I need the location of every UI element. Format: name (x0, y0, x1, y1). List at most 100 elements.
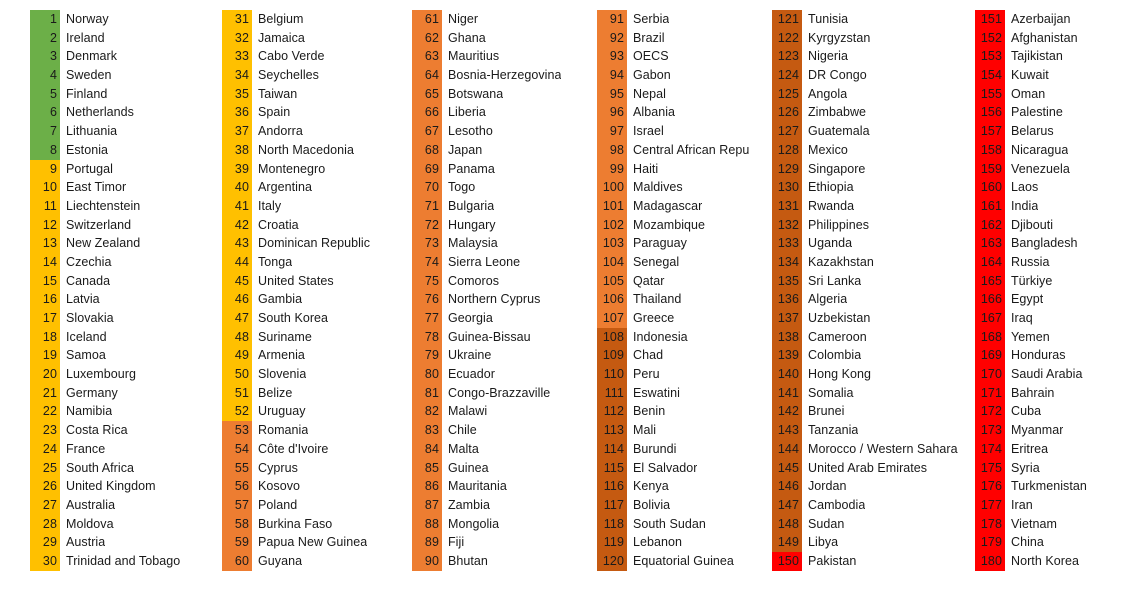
rank-swatch: 72 (412, 215, 442, 235)
country-label: Georgia (442, 309, 493, 328)
ranking-row: 35 Taiwan (222, 84, 412, 104)
ranking-row: 118 South Sudan (597, 514, 772, 534)
country-label: Indonesia (627, 327, 688, 347)
country-label: Maldives (627, 178, 683, 197)
rank-swatch: 1 (30, 10, 60, 29)
rank-swatch: 65 (412, 84, 442, 104)
rank-swatch: 89 (412, 533, 442, 552)
ranking-row: 56 Kosovo (222, 477, 412, 496)
ranking-row: 28 Moldova (30, 514, 222, 534)
country-label: Rwanda (802, 196, 855, 216)
country-label: Slovenia (252, 365, 307, 384)
rank-swatch: 23 (30, 421, 60, 440)
ranking-row: 97 Israel (597, 122, 772, 141)
country-label: India (1011, 198, 1039, 213)
ranking-row: 83 Chile (412, 421, 597, 440)
rank-swatch: 4 (30, 66, 60, 85)
ranking-row: 129 Singapore (772, 159, 975, 179)
ranking-row: 135 Sri Lanka (772, 271, 975, 291)
country-label: Eswatini (627, 383, 680, 403)
country-label: Kenya (627, 477, 669, 496)
rank-swatch: 135 (772, 271, 802, 291)
ranking-row: 155 Oman (975, 84, 1142, 104)
rank-swatch: 154 (975, 66, 1005, 85)
ranking-row: 67 Lesotho (412, 122, 597, 141)
ranking-row: 72 Hungary (412, 215, 597, 235)
rank-swatch: 18 (30, 327, 60, 347)
rank-swatch: 43 (222, 234, 252, 253)
country-label: South Africa (60, 458, 135, 478)
ranking-row: 80 Ecuador (412, 365, 597, 384)
country-label: Tanzania (802, 421, 859, 440)
country-label: South Korea (252, 309, 329, 328)
country-label: Samoa (60, 346, 106, 366)
ranking-row: 32 Jamaica (222, 28, 412, 48)
country-label: Liberia (442, 103, 486, 123)
ranking-row: 12 Switzerland (30, 215, 222, 235)
country-label: Singapore (802, 159, 866, 179)
country-label: Niger (442, 10, 479, 29)
rank-swatch: 50 (222, 365, 252, 384)
rank-swatch: 125 (772, 84, 802, 104)
ranking-row: 176 Turkmenistan (975, 477, 1142, 496)
country-label: Lebanon (627, 533, 683, 552)
country-label: Oman (1011, 86, 1046, 101)
rank-swatch: 8 (30, 140, 60, 160)
country-label: Myanmar (1011, 423, 1064, 438)
country-label: Japan (442, 140, 483, 160)
ranking-row: 110 Peru (597, 365, 772, 384)
country-label: Croatia (252, 215, 299, 235)
country-label: Venezuela (1011, 161, 1070, 176)
rank-swatch: 94 (597, 66, 627, 85)
rank-swatch: 148 (772, 514, 802, 534)
country-label: Seychelles (252, 66, 319, 85)
country-label: North Macedonia (252, 140, 354, 160)
rank-swatch: 119 (597, 533, 627, 552)
rank-swatch: 76 (412, 290, 442, 309)
ranking-row: 74 Sierra Leone (412, 252, 597, 272)
ranking-row: 13 New Zealand (30, 234, 222, 253)
country-label: Nicaragua (1011, 142, 1069, 157)
country-label: Zimbabwe (802, 103, 867, 123)
ranking-row: 30 Trinidad and Tobago (30, 551, 222, 571)
country-label: Thailand (627, 290, 682, 309)
rank-swatch: 64 (412, 66, 442, 85)
rank-swatch: 156 (975, 103, 1005, 123)
ranking-row: 52 Uruguay (222, 402, 412, 422)
ranking-row: 55 Cyprus (222, 458, 412, 478)
country-label: South Sudan (627, 514, 706, 534)
country-label: Algeria (802, 290, 848, 309)
ranking-row: 75 Comoros (412, 271, 597, 291)
country-label: Syria (1011, 460, 1040, 475)
rank-swatch: 172 (975, 402, 1005, 422)
rank-swatch: 173 (975, 421, 1005, 440)
ranking-row: 82 Malawi (412, 402, 597, 422)
rank-swatch: 91 (597, 10, 627, 29)
rank-swatch: 84 (412, 439, 442, 459)
rank-swatch: 20 (30, 365, 60, 384)
ranking-column: 91 Serbia 92 Brazil 93 OECS 94 Gabon 95 Nepal 96 Al… (597, 10, 772, 571)
rank-swatch: 14 (30, 252, 60, 272)
rank-swatch: 81 (412, 383, 442, 403)
country-label: Iraq (1011, 311, 1033, 325)
ranking-row: 163 Bangladesh (975, 234, 1142, 253)
rank-swatch: 99 (597, 159, 627, 179)
rank-swatch: 53 (222, 421, 252, 440)
rank-swatch: 69 (412, 159, 442, 179)
country-label: Tajikistan (1011, 49, 1063, 64)
country-label: China (1011, 535, 1044, 550)
rank-swatch: 67 (412, 122, 442, 141)
ranking-column: 31 Belgium 32 Jamaica 33 Cabo Verde 34 Seychell… (222, 10, 412, 571)
ranking-row: 84 Malta (412, 439, 597, 459)
ranking-row: 148 Sudan (772, 514, 975, 534)
rank-swatch: 142 (772, 402, 802, 422)
country-label: Saudi Arabia (1011, 367, 1083, 382)
rank-swatch: 82 (412, 402, 442, 422)
ranking-row: 59 Papua New Guinea (222, 533, 412, 552)
ranking-row: 160 Laos (975, 178, 1142, 197)
ranking-row: 71 Bulgaria (412, 196, 597, 216)
rank-swatch: 105 (597, 271, 627, 291)
rank-swatch: 9 (30, 159, 60, 179)
rank-swatch: 175 (975, 458, 1005, 478)
country-label: Kuwait (1011, 68, 1049, 83)
